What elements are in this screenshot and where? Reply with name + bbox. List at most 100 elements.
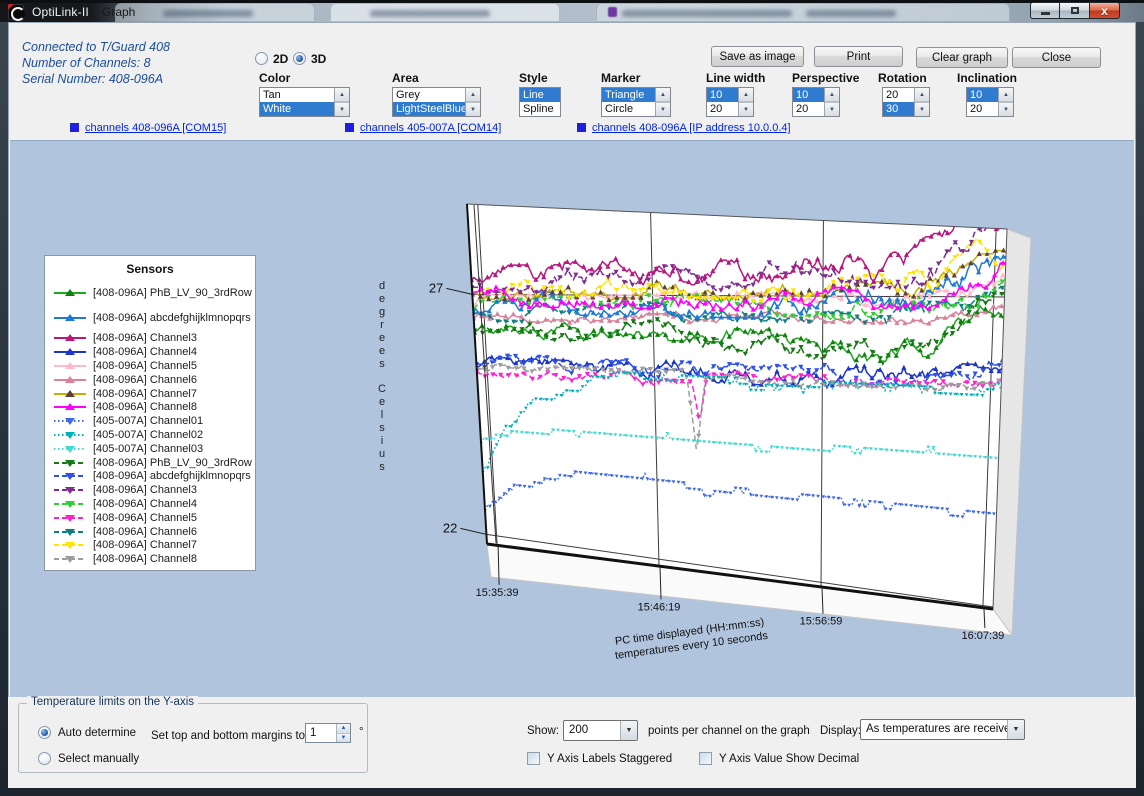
legend-entry: [408-096A] Channel7 (45, 539, 255, 553)
channels-count-line: Number of Channels: 8 (22, 55, 170, 71)
listbox-option-10[interactable]: 10 (967, 88, 998, 102)
background-tab (596, 3, 1010, 22)
up-arrow-button[interactable]: ▲ (335, 88, 349, 102)
clear-graph-button[interactable]: Clear graph (916, 47, 1008, 68)
show-points-dropdown[interactable]: 200 ▼ (563, 720, 638, 741)
listbox-option-30[interactable]: 30 (883, 102, 914, 116)
listbox-option-triangle[interactable]: Triangle (602, 88, 655, 102)
down-arrow-button[interactable]: ▼ (825, 102, 839, 116)
channel-link-ip[interactable]: channels 408-096A [IP address 10.0.0.4] (577, 122, 791, 134)
listbox-option-lightsteelblue[interactable]: LightSteelBlue (393, 102, 465, 116)
background-tab-favicon (608, 7, 617, 17)
down-arrow-button[interactable]: ▼ (656, 102, 670, 116)
down-arrow-button[interactable]: ▼ (999, 102, 1013, 116)
up-arrow-button[interactable]: ▲ (656, 88, 670, 102)
style-listbox[interactable]: LineSpline (519, 87, 561, 117)
y-axis-labels-staggered-checkbox[interactable] (527, 752, 540, 765)
up-arrow-button[interactable]: ▲ (915, 88, 929, 102)
up-arrow-button[interactable]: ▲ (825, 88, 839, 102)
y-tick (460, 528, 486, 534)
auto-determine-radio[interactable] (38, 726, 51, 739)
x-tick-label: 15:35:39 (476, 587, 519, 599)
color-listbox[interactable]: TanWhite▲▼ (259, 87, 350, 117)
select-manually-radio[interactable] (38, 752, 51, 765)
legend-line-sample (53, 444, 87, 454)
channel-link-com15[interactable]: channels 408-096A [COM15] (70, 122, 226, 134)
up-arrow-button[interactable]: ▲ (466, 88, 480, 102)
title-bar: OptiLink-II Graph x (0, 0, 1144, 22)
display-mode-dropdown[interactable]: As temperatures are received ▼ (860, 719, 1025, 740)
listbox-option-10[interactable]: 10 (793, 88, 824, 102)
listbox-option-grey[interactable]: Grey (393, 88, 465, 102)
background-tab (330, 3, 560, 22)
save-as-image-button[interactable]: Save as image (711, 46, 804, 67)
legend-line-sample (53, 288, 87, 298)
legend-entry-label: [408-096A] Channel3 (93, 332, 197, 344)
margins-spinner[interactable]: 1 ▲ ▼ (305, 723, 351, 743)
legend-entry: [405-007A] Channel03 (45, 442, 255, 456)
legend-entry-label: [408-096A] abcdefghijklmnopqrs (93, 470, 251, 482)
radio-2d[interactable] (255, 52, 268, 65)
down-arrow-button[interactable]: ▼ (335, 102, 349, 116)
display-label: Display: (820, 725, 861, 737)
legend-entry-label: [405-007A] Channel03 (93, 443, 203, 455)
up-arrow-button[interactable]: ▲ (739, 88, 753, 102)
down-arrow-button[interactable]: ▼ (466, 102, 480, 116)
radio-3d[interactable] (293, 52, 306, 65)
inclination-label: Inclination (957, 71, 1017, 85)
perspective-listbox[interactable]: 1020▲▼ (792, 87, 840, 117)
legend-line-sample (53, 416, 87, 426)
legend-line-sample (53, 485, 87, 495)
listbox-option-20[interactable]: 20 (967, 102, 998, 116)
connection-line: Connected to T/Guard 408 (22, 39, 170, 55)
legend-entry-label: [405-007A] Channel02 (93, 429, 203, 441)
line-width-listbox[interactable]: 1020▲▼ (706, 87, 754, 117)
inclination-listbox[interactable]: 1020▲▼ (966, 87, 1014, 117)
legend-line-sample (53, 389, 87, 399)
auto-determine-label: Auto determine (58, 727, 136, 739)
up-arrow-button[interactable]: ▲ (999, 88, 1013, 102)
listbox-option-20[interactable]: 20 (883, 88, 914, 102)
listbox-option-20[interactable]: 20 (707, 102, 738, 116)
legend-line-sample (53, 458, 87, 468)
spinner-up-arrow[interactable]: ▲ (337, 724, 350, 734)
y-axis-show-decimal-label: Y Axis Value Show Decimal (719, 753, 859, 765)
rotation-listbox[interactable]: 2030▲▼ (882, 87, 930, 117)
channel-checkbox-icon[interactable] (345, 123, 354, 132)
legend-entry: [408-096A] Channel4 (45, 497, 255, 511)
listbox-option-spline[interactable]: Spline (520, 102, 560, 116)
legend-entry: [408-096A] abcdefghijklmnopqrs (45, 311, 255, 325)
listbox-option-white[interactable]: White (260, 102, 334, 116)
down-arrow-button[interactable]: ▼ (739, 102, 753, 116)
minimize-button[interactable] (1030, 2, 1060, 19)
svg-text:r: r (380, 319, 384, 331)
show-points-value: 200 (569, 724, 588, 736)
listbox-option-10[interactable]: 10 (707, 88, 738, 102)
marker-listbox[interactable]: TriangleCircle▲▼ (601, 87, 671, 117)
channel-checkbox-icon[interactable] (577, 123, 586, 132)
close-window-button[interactable]: x (1090, 2, 1120, 19)
listbox-option-circle[interactable]: Circle (602, 102, 655, 116)
dropdown-arrow-icon[interactable]: ▼ (620, 721, 637, 740)
line-width-label: Line width (706, 71, 765, 85)
margins-value[interactable]: 1 (306, 724, 336, 742)
spinner-down-arrow[interactable]: ▼ (337, 734, 350, 743)
margins-spinner-buttons: ▲ ▼ (336, 724, 350, 742)
listbox-option-tan[interactable]: Tan (260, 88, 334, 102)
area-listbox[interactable]: GreyLightSteelBlue▲▼ (392, 87, 481, 117)
dropdown-arrow-icon[interactable]: ▼ (1007, 720, 1024, 739)
window-tab-label: Graph (102, 5, 135, 19)
channel-link-com14[interactable]: channels 405-007A [COM14] (345, 122, 501, 134)
color-label: Color (259, 71, 290, 85)
listbox-option-line[interactable]: Line (520, 88, 560, 102)
svg-text:s: s (379, 461, 385, 473)
channel-checkbox-icon[interactable] (70, 123, 79, 132)
legend-line-sample (53, 361, 87, 371)
print-button[interactable]: Print (814, 46, 903, 67)
listbox-option-20[interactable]: 20 (793, 102, 824, 116)
close-button[interactable]: Close (1012, 47, 1101, 68)
connection-info: Connected to T/Guard 408 Number of Chann… (22, 39, 170, 87)
restore-button[interactable] (1060, 2, 1090, 19)
down-arrow-button[interactable]: ▼ (915, 102, 929, 116)
y-axis-show-decimal-checkbox[interactable] (699, 752, 712, 765)
